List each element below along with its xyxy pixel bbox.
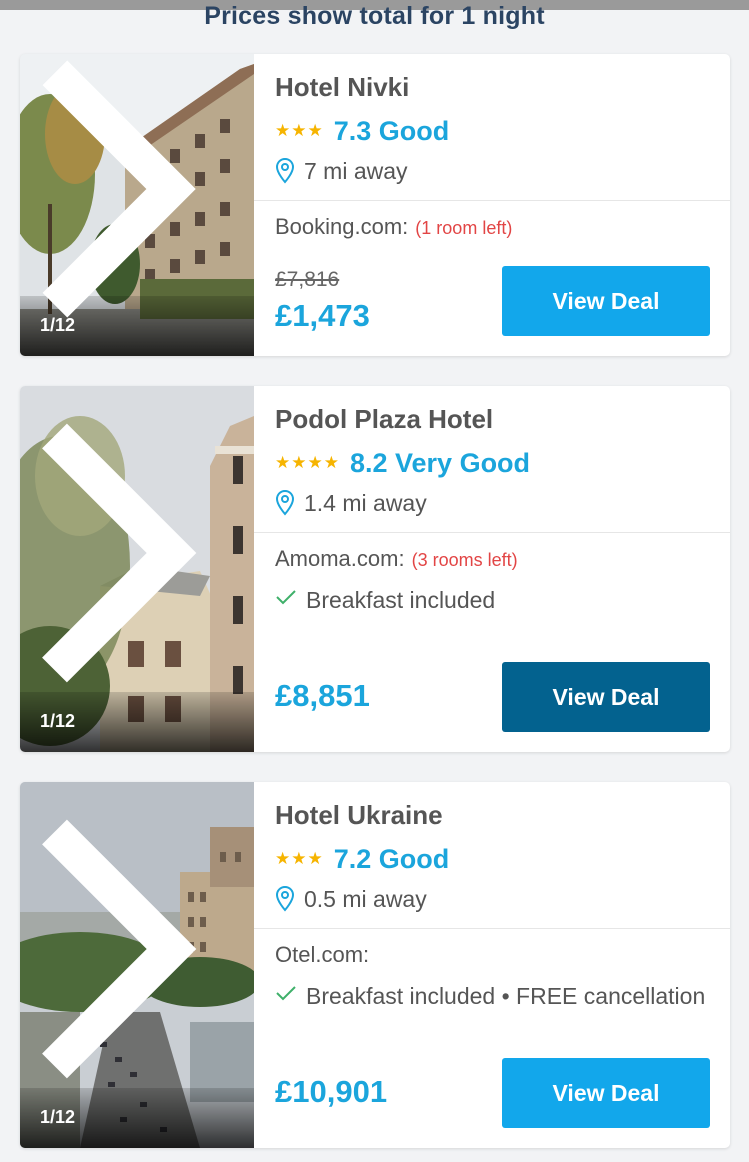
hotel-photo[interactable]: 1/12 (20, 386, 254, 752)
map-pin-icon (275, 158, 295, 184)
rating-row: ★★★ 7.2 Good (275, 842, 449, 876)
hotel-info: Podol Plaza Hotel ★★★★ 8.2 Very Good 1.4… (254, 386, 730, 752)
distance-row: 0.5 mi away (275, 884, 427, 914)
deal-price: £10,901 (275, 1074, 388, 1109)
rooms-left-badge: (3 rooms left) (411, 550, 518, 570)
chevron-right-icon[interactable] (20, 782, 230, 1132)
hotel-name[interactable]: Podol Plaza Hotel (275, 404, 493, 435)
rating-row: ★★★★ 8.2 Very Good (275, 446, 530, 480)
original-price: £7,816 (275, 268, 340, 291)
hotel-info: Hotel Nivki ★★★ 7.3 Good 7 mi away Booki… (254, 54, 730, 356)
distance-row: 1.4 mi away (275, 488, 427, 518)
divider (254, 928, 730, 929)
provider-row: Amoma.com: (3 rooms left) (275, 546, 518, 572)
provider-name: Booking.com: (275, 214, 409, 239)
hotel-card[interactable]: 1/12 Hotel Ukraine ★★★ 7.2 Good 0.5 mi a… (20, 782, 730, 1148)
distance-row: 7 mi away (275, 156, 408, 186)
hotel-photo[interactable]: 1/12 (20, 782, 254, 1148)
divider (254, 200, 730, 201)
provider-name: Amoma.com: (275, 546, 405, 571)
star-rating-icon: ★★★ (275, 121, 324, 140)
deal-price: £1,473 (275, 298, 370, 333)
hotel-card[interactable]: 1/12 Hotel Nivki ★★★ 7.3 Good 7 mi away … (20, 54, 730, 356)
star-rating-icon: ★★★ (275, 849, 324, 868)
provider-row: Otel.com: (275, 942, 369, 968)
hotel-photo[interactable]: 1/12 (20, 54, 254, 356)
distance-text: 0.5 mi away (304, 885, 427, 912)
divider (254, 532, 730, 533)
distance-text: 1.4 mi away (304, 489, 427, 516)
hotel-name[interactable]: Hotel Nivki (275, 72, 409, 103)
hotel-info: Hotel Ukraine ★★★ 7.2 Good 0.5 mi away O… (254, 782, 730, 1148)
price-notice: Prices show total for 1 night (204, 2, 545, 30)
view-deal-button[interactable]: View Deal (502, 662, 710, 732)
star-rating-icon: ★★★★ (275, 453, 340, 472)
rooms-left-badge: (1 room left) (415, 218, 513, 238)
view-deal-button[interactable]: View Deal (502, 266, 710, 336)
chevron-right-icon[interactable] (20, 386, 230, 736)
hotel-card[interactable]: 1/12 Podol Plaza Hotel ★★★★ 8.2 Very Goo… (20, 386, 730, 752)
feature-row: Breakfast included (275, 584, 715, 616)
review-score: 7.3 Good (333, 115, 450, 146)
hotel-name[interactable]: Hotel Ukraine (275, 800, 443, 831)
provider-name: Otel.com: (275, 942, 370, 967)
rating-row: ★★★ 7.3 Good (275, 114, 449, 148)
view-deal-button[interactable]: View Deal (502, 1058, 710, 1128)
review-score: 8.2 Very Good (349, 447, 531, 478)
map-pin-icon (275, 886, 295, 912)
feature-row: Breakfast included • FREE cancellation (275, 980, 715, 1012)
feature-text: Breakfast included (306, 587, 496, 613)
check-icon (276, 986, 296, 1001)
review-score: 7.2 Good (333, 843, 450, 874)
distance-text: 7 mi away (304, 157, 408, 184)
check-icon (276, 590, 296, 605)
provider-row: Booking.com: (1 room left) (275, 214, 512, 240)
feature-text: Breakfast included • FREE cancellation (306, 983, 706, 1009)
map-pin-icon (275, 490, 295, 516)
chevron-right-icon[interactable] (20, 54, 230, 340)
deal-price: £8,851 (275, 678, 370, 713)
